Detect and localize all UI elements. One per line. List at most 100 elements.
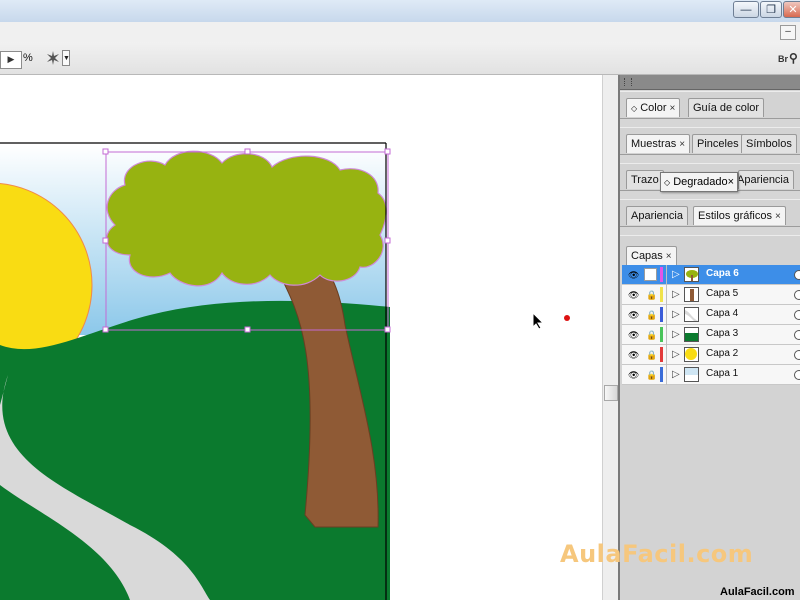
close-icon[interactable]: × bbox=[670, 103, 676, 114]
zoom-unit-label: % bbox=[23, 52, 33, 64]
triangle-right-icon[interactable]: ▷ bbox=[672, 369, 680, 381]
layer-color-swatch bbox=[660, 307, 663, 322]
artwork-illustration bbox=[0, 142, 391, 600]
triangle-right-icon[interactable]: ▷ bbox=[672, 309, 680, 321]
tab-brushes-label: Pinceles bbox=[697, 138, 739, 150]
tab-color-guide-label: Guía de color bbox=[693, 102, 760, 114]
sparkle-tool-icon[interactable] bbox=[45, 50, 61, 67]
target-circle-icon[interactable] bbox=[794, 270, 800, 280]
expand-arrows-icon: ◇ bbox=[631, 104, 638, 113]
menu-bar: – bbox=[0, 22, 800, 42]
scrollbar-thumb[interactable] bbox=[604, 385, 618, 401]
layer-color-swatch bbox=[660, 367, 663, 382]
row-divider bbox=[666, 305, 667, 325]
tree-foliage-shape bbox=[105, 150, 387, 287]
panel-group-color: ◇ Color × Guía de color bbox=[620, 91, 800, 119]
layer-thumbnail bbox=[684, 307, 699, 322]
row-divider bbox=[666, 285, 667, 305]
layer-thumbnail bbox=[684, 347, 699, 362]
lock-icon[interactable]: 🔒 bbox=[646, 310, 657, 320]
close-icon[interactable]: × bbox=[775, 211, 781, 222]
eye-icon[interactable]: 👁 bbox=[628, 270, 639, 280]
row-divider bbox=[666, 345, 667, 365]
target-circle-icon[interactable] bbox=[794, 330, 800, 340]
panel-group-layers: Capas × bbox=[620, 235, 800, 267]
panel-group-swatches: Muestras × Pinceles Símbolos bbox=[620, 127, 800, 155]
document-minimize-button[interactable]: – bbox=[780, 25, 796, 40]
layer-row-capa-6[interactable]: 👁 ▷ Capa 6 bbox=[622, 265, 800, 285]
tool-options-dropdown[interactable]: ▼ bbox=[62, 50, 70, 66]
lock-toggle-empty[interactable] bbox=[644, 268, 657, 281]
tab-swatches[interactable]: Muestras × bbox=[626, 134, 691, 153]
close-icon[interactable]: × bbox=[666, 251, 672, 262]
tab-symbols[interactable]: Símbolos bbox=[741, 134, 797, 153]
layer-row-capa-3[interactable]: 👁 🔒 ▷ Capa 3 bbox=[622, 325, 800, 345]
tab-color-label: Color bbox=[640, 102, 667, 114]
layer-color-swatch bbox=[660, 267, 663, 282]
bridge-icon: Br bbox=[778, 54, 789, 64]
tab-color[interactable]: ◇ Color × bbox=[626, 98, 681, 117]
layer-name: Capa 2 bbox=[706, 348, 739, 359]
lock-icon[interactable]: 🔒 bbox=[646, 350, 657, 360]
dock-grip[interactable] bbox=[620, 75, 800, 90]
lock-icon[interactable]: 🔒 bbox=[646, 290, 657, 300]
layer-row-capa-1[interactable]: 👁 🔒 ▷ Capa 1 bbox=[622, 365, 800, 385]
layer-thumbnail bbox=[684, 327, 699, 342]
search-icon: ⚲ bbox=[789, 51, 798, 65]
tab-stroke-label: Trazo bbox=[631, 174, 659, 186]
layer-name: Capa 6 bbox=[706, 268, 739, 279]
layer-thumbnail bbox=[684, 267, 699, 282]
bridge-button[interactable]: Br⚲ bbox=[778, 48, 800, 68]
target-circle-icon[interactable] bbox=[794, 350, 800, 360]
expand-arrows-icon: ◇ bbox=[664, 178, 671, 187]
target-circle-icon[interactable] bbox=[794, 290, 800, 300]
layer-name: Capa 5 bbox=[706, 288, 739, 299]
layer-row-capa-2[interactable]: 👁 🔒 ▷ Capa 2 bbox=[622, 345, 800, 365]
artboard-canvas[interactable] bbox=[0, 75, 602, 600]
eye-icon[interactable]: 👁 bbox=[628, 310, 639, 320]
target-circle-icon[interactable] bbox=[794, 310, 800, 320]
tab-appearance-partial[interactable]: Apariencia bbox=[738, 170, 794, 189]
eye-icon[interactable]: 👁 bbox=[628, 330, 639, 340]
zoom-dropdown[interactable]: ▶ bbox=[0, 51, 22, 69]
triangle-right-icon[interactable]: ▷ bbox=[672, 349, 680, 361]
tab-layers[interactable]: Capas × bbox=[626, 246, 677, 265]
layer-thumbnail bbox=[684, 287, 699, 302]
restore-window-button[interactable]: ❐ bbox=[760, 1, 782, 18]
layer-row-capa-4[interactable]: 👁 🔒 ▷ Capa 4 bbox=[622, 305, 800, 325]
vertical-scrollbar[interactable] bbox=[602, 75, 619, 600]
layer-name: Capa 4 bbox=[706, 308, 739, 319]
tab-stroke[interactable]: Trazo bbox=[626, 170, 664, 189]
row-divider bbox=[666, 265, 667, 285]
triangle-right-icon[interactable]: ▷ bbox=[672, 289, 680, 301]
layer-color-swatch bbox=[660, 347, 663, 362]
lock-icon[interactable]: 🔒 bbox=[646, 370, 657, 380]
minimize-window-button[interactable]: — bbox=[733, 1, 759, 18]
eye-icon[interactable]: 👁 bbox=[628, 290, 639, 300]
triangle-right-icon[interactable]: ▷ bbox=[672, 269, 680, 281]
row-divider bbox=[666, 325, 667, 345]
row-divider bbox=[666, 365, 667, 385]
lock-icon[interactable]: 🔒 bbox=[646, 330, 657, 340]
eye-icon[interactable]: 👁 bbox=[628, 350, 639, 360]
sparkle-icon bbox=[47, 51, 59, 65]
layer-name: Capa 3 bbox=[706, 328, 739, 339]
tab-color-guide[interactable]: Guía de color bbox=[688, 98, 765, 117]
tab-layers-label: Capas bbox=[631, 250, 663, 262]
layer-row-capa-5[interactable]: 👁 🔒 ▷ Capa 5 bbox=[622, 285, 800, 305]
triangle-right-icon[interactable]: ▷ bbox=[672, 329, 680, 341]
close-icon[interactable]: × bbox=[679, 139, 685, 150]
close-icon[interactable]: × bbox=[728, 176, 734, 188]
layer-thumbnail bbox=[684, 367, 699, 382]
tab-gradient-dragging[interactable]: ◇ Degradado× bbox=[660, 172, 739, 192]
layer-color-swatch bbox=[660, 287, 663, 302]
tab-gradient-label: Degradado bbox=[673, 176, 728, 188]
close-window-button[interactable]: ✕ bbox=[783, 1, 800, 18]
tab-appearance[interactable]: Apariencia bbox=[626, 206, 688, 225]
tab-graphic-styles[interactable]: Estilos gráficos × bbox=[693, 206, 786, 225]
window-titlebar: — ❐ ✕ bbox=[0, 0, 800, 23]
eye-icon[interactable]: 👁 bbox=[628, 370, 639, 380]
tab-brushes[interactable]: Pinceles bbox=[692, 134, 744, 153]
tab-appearance-label: Apariencia bbox=[631, 210, 683, 222]
target-circle-icon[interactable] bbox=[794, 370, 800, 380]
